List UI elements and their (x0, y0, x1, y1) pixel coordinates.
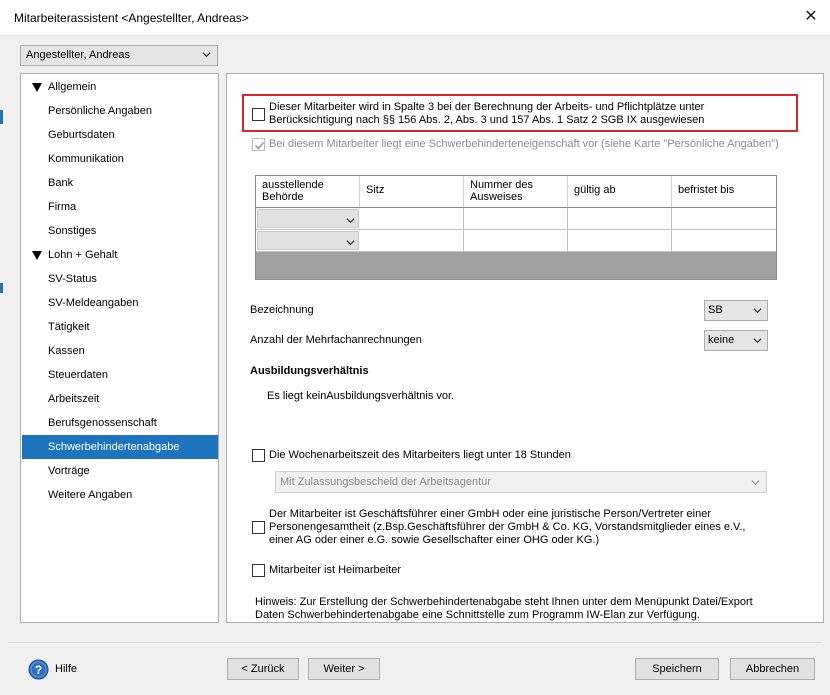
nav-item-weitere-angaben[interactable]: Weitere Angaben (22, 483, 218, 507)
befristet-bis-cell[interactable] (672, 208, 776, 229)
nav-item-persoenliche-angaben[interactable]: Persönliche Angaben (22, 99, 218, 123)
nav-item-kassen[interactable]: Kassen (22, 339, 218, 363)
nav-item-arbeitszeit[interactable]: Arbeitszeit (22, 387, 218, 411)
sitz-cell[interactable] (360, 208, 464, 229)
heimarbeiter-label: Mitarbeiter ist Heimarbeiter (269, 564, 402, 576)
bezeichnung-value: SB (708, 304, 723, 316)
schwerbehindert-checkbox[interactable] (252, 138, 265, 151)
nav-item-kommunikation[interactable]: Kommunikation (22, 147, 218, 171)
nav-group-allgemein[interactable]: Allgemein (22, 75, 218, 99)
ausbildung-heading: Ausbildungsverhältnis (250, 365, 369, 377)
bezeichnung-label: Bezeichnung (250, 304, 314, 316)
grid-header-nummer: Nummer des Ausweises (464, 176, 568, 207)
nummer-cell[interactable] (464, 230, 568, 251)
chevron-down-icon (751, 480, 760, 486)
hinweis-line1: Hinweis: Zur Erstellung der Schwerbehind… (255, 596, 753, 608)
heimarbeiter-checkbox[interactable] (252, 564, 265, 577)
wochenarbeitszeit-checkbox[interactable] (252, 449, 265, 462)
chevron-down-icon (202, 52, 211, 58)
geschaeftsfuehrer-label-line3: einer AG oder einer e.G. sowie Gesellsch… (269, 534, 600, 546)
nav-item-schwerbehindertenabgabe[interactable]: Schwerbehindertenabgabe (22, 435, 218, 459)
background-window-edge (0, 110, 3, 124)
navigation-tree: Allgemein Persönliche Angaben Geburtsdat… (20, 73, 219, 623)
table-row (256, 208, 776, 230)
geschaeftsfuehrer-label-line1: Der Mitarbeiter ist Geschäftsführer eine… (269, 508, 712, 520)
nav-item-sv-meldeangaben[interactable]: SV-Meldeangaben (22, 291, 218, 315)
wochenarbeitszeit-label: Die Wochenarbeitszeit des Mitarbeiters l… (269, 449, 571, 461)
schwerbehindert-label: Bei diesem Mitarbeiter liegt eine Schwer… (269, 138, 779, 150)
grid-header-behoerde: ausstellende Behörde (256, 176, 360, 207)
chevron-down-icon (753, 338, 762, 344)
ausweis-grid: ausstellende Behörde Sitz Nummer des Aus… (255, 175, 777, 280)
mehrfach-value: keine (708, 334, 735, 346)
title-bar: Mitarbeiterassistent <Angestellter, Andr… (0, 0, 830, 36)
nummer-cell[interactable] (464, 208, 568, 229)
expanded-triangle-icon (32, 251, 42, 260)
befristet-bis-cell[interactable] (672, 230, 776, 251)
zulassung-select[interactable]: Mit Zulassungsbescheid der Arbeitsagentu… (275, 471, 767, 493)
nav-group-label: Lohn + Gehalt (48, 249, 118, 261)
behoerde-dropdown[interactable] (257, 231, 359, 250)
nav-item-geburtsdaten[interactable]: Geburtsdaten (22, 123, 218, 147)
zulassung-value: Mit Zulassungsbescheid der Arbeitsagentu… (280, 476, 491, 488)
nav-item-vortraege[interactable]: Vorträge (22, 459, 218, 483)
mehrfach-label: Anzahl der Mehrfachanrechnungen (250, 334, 422, 346)
footer-separator (8, 642, 822, 643)
ausbildung-text: Es liegt keinAusbildungsverhältnis vor. (267, 390, 455, 402)
next-button[interactable]: Weiter > (308, 658, 380, 680)
background-window-edge (0, 283, 3, 293)
nav-item-bank[interactable]: Bank (22, 171, 218, 195)
nav-group-lohn-gehalt[interactable]: Lohn + Gehalt (22, 243, 218, 267)
nav-item-sv-status[interactable]: SV-Status (22, 267, 218, 291)
geschaeftsfuehrer-label-line2: Personengesamtheit (z.Bsp.Geschäftsführe… (269, 521, 746, 533)
help-icon[interactable]: ? (28, 659, 49, 680)
chevron-down-icon (346, 218, 355, 224)
chevron-down-icon (346, 240, 355, 246)
svg-text:?: ? (35, 663, 42, 677)
hinweis-line2: Daten Schwerbehindertenabgabe eine Schni… (255, 609, 700, 621)
expanded-triangle-icon (32, 83, 42, 92)
grid-header-befristet-bis: befristet bis (678, 184, 735, 196)
content-panel: Dieser Mitarbeiter wird in Spalte 3 bei … (226, 73, 824, 623)
nav-group-label: Allgemein (48, 81, 97, 93)
gueltig-ab-cell[interactable] (568, 208, 672, 229)
nav-item-sonstiges[interactable]: Sonstiges (22, 219, 218, 243)
nav-item-taetigkeit[interactable]: Tätigkeit (22, 315, 218, 339)
checkmark-icon (254, 141, 265, 150)
sitz-cell[interactable] (360, 230, 464, 251)
nav-item-steuerdaten[interactable]: Steuerdaten (22, 363, 218, 387)
save-button[interactable]: Speichern (635, 658, 719, 680)
spalte3-label-line1: Dieser Mitarbeiter wird in Spalte 3 bei … (269, 101, 705, 113)
employee-select[interactable]: Angestellter, Andreas (20, 45, 218, 66)
employee-select-value: Angestellter, Andreas (26, 49, 130, 61)
bezeichnung-select[interactable]: SB (704, 300, 768, 321)
spalte3-checkbox[interactable] (252, 108, 265, 121)
spalte3-label-line2: Berücksichtigung nach §§ 156 Abs. 2, Abs… (269, 114, 705, 126)
mehrfach-select[interactable]: keine (704, 330, 768, 351)
back-button[interactable]: < Zurück (227, 658, 299, 680)
grid-header-gueltig-ab: gültig ab (568, 176, 672, 207)
chevron-down-icon (753, 308, 762, 314)
gueltig-ab-cell[interactable] (568, 230, 672, 251)
window-title: Mitarbeiterassistent <Angestellter, Andr… (14, 11, 249, 25)
nav-item-berufsgenossenschaft[interactable]: Berufsgenossenschaft (22, 411, 218, 435)
table-row (256, 230, 776, 252)
cancel-button[interactable]: Abbrechen (730, 658, 815, 680)
grid-header: ausstellende Behörde Sitz Nummer des Aus… (256, 176, 776, 208)
geschaeftsfuehrer-checkbox[interactable] (252, 521, 265, 534)
grid-header-sitz: Sitz (360, 176, 464, 207)
close-icon[interactable]: ✕ (800, 6, 822, 28)
nav-item-firma[interactable]: Firma (22, 195, 218, 219)
behoerde-dropdown[interactable] (257, 209, 359, 228)
help-label[interactable]: Hilfe (55, 663, 77, 675)
